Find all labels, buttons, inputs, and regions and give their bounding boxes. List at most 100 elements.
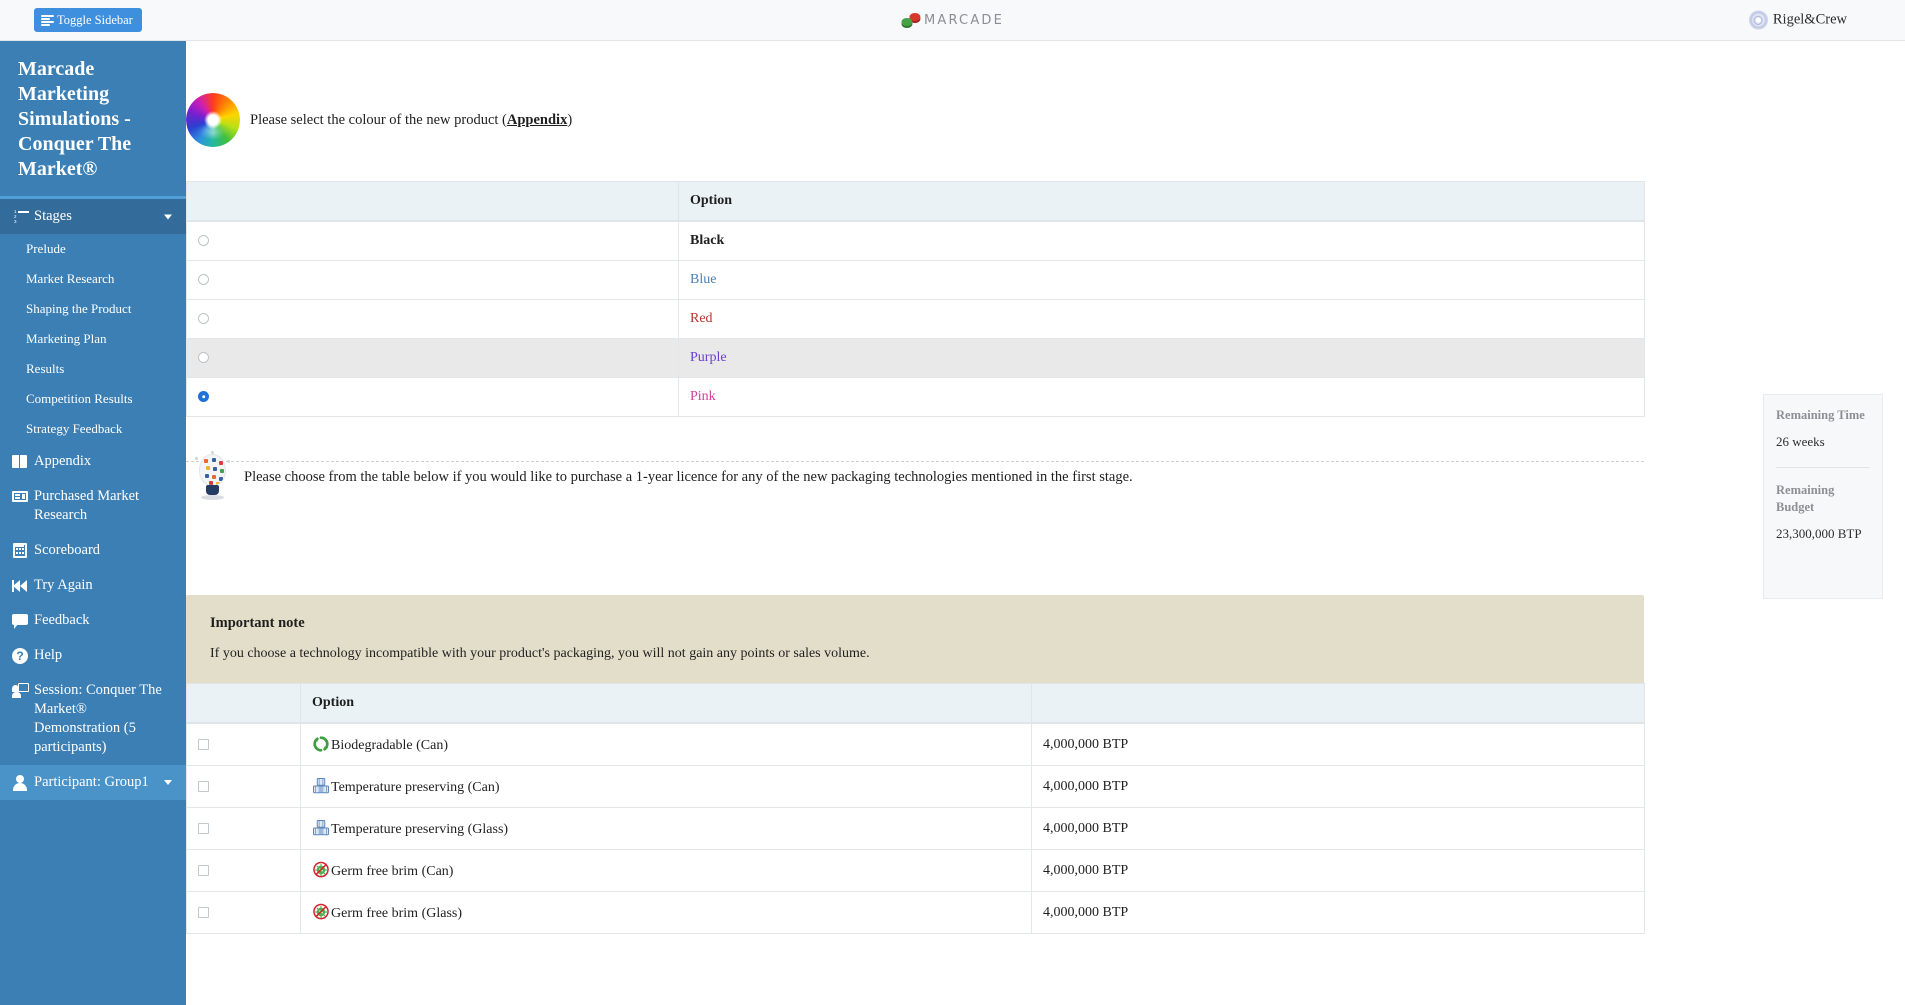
sidebar-item-strategy-feedback[interactable]: Strategy Feedback bbox=[0, 414, 186, 444]
recycle-icon bbox=[312, 735, 330, 753]
user-menu[interactable]: Rigel&Crew bbox=[1748, 10, 1847, 30]
tech-price-cell: 4,000,000 BTP bbox=[1031, 807, 1645, 850]
table-row[interactable]: Pink bbox=[186, 377, 1645, 417]
table-row[interactable]: Purple bbox=[186, 338, 1645, 378]
toggle-sidebar-button[interactable]: Toggle Sidebar bbox=[34, 8, 142, 32]
remaining-budget-value: 23,300,000 BTP bbox=[1776, 526, 1862, 541]
table-row[interactable]: Germ free brim (Glass) 4,000,000 BTP bbox=[186, 891, 1645, 934]
licence-prompt: Please choose from the table below if yo… bbox=[192, 451, 1492, 503]
sidebar-item-label: Scoreboard bbox=[34, 542, 101, 558]
user-icon bbox=[12, 774, 29, 791]
remaining-budget-label: Remaining Budget bbox=[1776, 483, 1835, 514]
tech-option-label: Temperature preserving (Glass) bbox=[331, 822, 509, 837]
sidebar-item-feedback[interactable]: Feedback bbox=[0, 603, 186, 638]
colour-radio-cell[interactable] bbox=[186, 338, 679, 378]
sidebar-item-market-research[interactable]: Market Research bbox=[0, 264, 186, 294]
sidebar-item-label: Strategy Feedback bbox=[26, 421, 123, 436]
colour-label-cell: Purple bbox=[678, 338, 1645, 378]
sidebar-item-label: Marketing Plan bbox=[26, 331, 107, 346]
tech-checkbox-cell[interactable] bbox=[186, 891, 301, 934]
appendix-link[interactable]: Appendix bbox=[507, 112, 567, 128]
colour-radio-blue[interactable] bbox=[198, 274, 209, 286]
sidebar-item-help[interactable]: ? Help bbox=[0, 638, 186, 673]
tech-table-header-option: Option bbox=[300, 683, 1032, 724]
sidebar-item-session[interactable]: Session: Conquer The Market® Demonstrati… bbox=[0, 673, 186, 765]
sidebar-section-stages-label: Stages bbox=[34, 208, 72, 224]
tech-price-cell: 4,000,000 BTP bbox=[1031, 849, 1645, 892]
crate-icon bbox=[312, 819, 330, 837]
tech-price-cell: 4,000,000 BTP bbox=[1031, 722, 1645, 766]
sidebar-item-label: Try Again bbox=[34, 577, 93, 593]
tech-checkbox-temperature-preserving-can[interactable] bbox=[198, 780, 209, 792]
sidebar-item-marketing-plan[interactable]: Marketing Plan bbox=[0, 324, 186, 354]
colour-label-cell: Red bbox=[678, 299, 1645, 339]
table-row[interactable]: Biodegradable (Can) 4,000,000 BTP bbox=[186, 722, 1645, 766]
colour-option-label: Pink bbox=[690, 389, 716, 404]
sidebar-item-competition-results[interactable]: Competition Results bbox=[0, 384, 186, 414]
tech-checkbox-cell[interactable] bbox=[186, 765, 301, 808]
top-bar: Toggle Sidebar MARCADE Rigel&Crew bbox=[0, 0, 1905, 41]
tech-checkbox-germ-free-brim-glass[interactable] bbox=[198, 906, 209, 918]
colour-wheel-icon bbox=[186, 93, 240, 147]
sidebar-section-stages[interactable]: 123 Stages bbox=[0, 196, 186, 234]
tech-checkbox-temperature-preserving-glass[interactable] bbox=[198, 822, 209, 834]
colour-radio-purple[interactable] bbox=[198, 352, 209, 364]
important-note-box: Important note If you choose a technolog… bbox=[186, 595, 1644, 688]
tech-option-label: Germ free brim (Can) bbox=[331, 864, 454, 879]
table-row[interactable]: Germ free brim (Can) 4,000,000 BTP bbox=[186, 849, 1645, 892]
remaining-time-value: 26 weeks bbox=[1776, 434, 1825, 449]
tech-checkbox-cell[interactable] bbox=[186, 722, 301, 766]
sidebar-item-label: Purchased Market Research bbox=[34, 488, 140, 523]
colour-label-cell: Blue bbox=[678, 260, 1645, 300]
tech-option-cell: Germ free brim (Glass) bbox=[300, 891, 1032, 934]
colour-radio-pink[interactable] bbox=[198, 391, 209, 403]
colour-radio-black[interactable] bbox=[198, 235, 209, 247]
colour-option-label: Purple bbox=[690, 350, 727, 365]
sidebar-item-label: Feedback bbox=[34, 612, 90, 628]
important-note-body: If you choose a technology incompatible … bbox=[210, 646, 870, 661]
colour-radio-cell[interactable] bbox=[186, 377, 679, 417]
sidebar-item-purchased-market-research[interactable]: Purchased Market Research bbox=[0, 479, 186, 533]
colour-radio-cell[interactable] bbox=[186, 299, 679, 339]
tech-table-header-price bbox=[1031, 683, 1645, 724]
tech-checkbox-cell[interactable] bbox=[186, 849, 301, 892]
remaining-time-label: Remaining Time bbox=[1776, 408, 1865, 422]
comment-icon bbox=[12, 612, 29, 629]
tech-checkbox-cell[interactable] bbox=[186, 807, 301, 850]
table-row[interactable]: Red bbox=[186, 299, 1645, 339]
colour-label-cell: Black bbox=[678, 220, 1645, 261]
table-row[interactable]: Blue bbox=[186, 260, 1645, 300]
sidebar-item-results[interactable]: Results bbox=[0, 354, 186, 384]
sidebar-item-label: Results bbox=[26, 361, 65, 376]
sidebar-item-label: Help bbox=[34, 647, 63, 663]
table-row[interactable]: Temperature preserving (Glass) 4,000,000… bbox=[186, 807, 1645, 850]
sidebar-item-scoreboard[interactable]: Scoreboard bbox=[0, 533, 186, 568]
sidebar-item-shaping-the-product[interactable]: Shaping the Product bbox=[0, 294, 186, 324]
arcade-buttons-icon bbox=[900, 12, 920, 28]
tech-checkbox-germ-free-brim-can[interactable] bbox=[198, 864, 209, 876]
sidebar-item-try-again[interactable]: Try Again bbox=[0, 568, 186, 603]
sidebar-item-label: Competition Results bbox=[26, 391, 133, 406]
tech-option-label: Germ free brim (Glass) bbox=[331, 906, 463, 921]
user-name-label: Rigel&Crew bbox=[1772, 11, 1847, 28]
colour-option-label: Red bbox=[690, 311, 713, 326]
lightbulb-icon bbox=[192, 451, 234, 503]
sidebar-item-prelude[interactable]: Prelude bbox=[0, 234, 186, 264]
brand-name: MARCADE bbox=[923, 12, 1005, 28]
card-icon bbox=[12, 488, 29, 505]
tech-checkbox-biodegradable-can[interactable] bbox=[198, 738, 209, 750]
table-header-row: Option bbox=[186, 181, 1645, 222]
colour-prompt-after: ) bbox=[567, 111, 573, 128]
tech-option-label: Temperature preserving (Can) bbox=[331, 780, 500, 795]
sidebar-item-appendix[interactable]: Appendix bbox=[0, 444, 186, 479]
colour-radio-red[interactable] bbox=[198, 313, 209, 325]
colour-radio-cell[interactable] bbox=[186, 260, 679, 300]
table-row[interactable]: Temperature preserving (Can) 4,000,000 B… bbox=[186, 765, 1645, 808]
table-row[interactable]: Black bbox=[186, 220, 1645, 261]
sidebar-item-participant[interactable]: Participant: Group1 bbox=[0, 765, 186, 800]
important-note-title: Important note bbox=[210, 615, 305, 631]
toggle-sidebar-label: Toggle Sidebar bbox=[57, 12, 133, 27]
sidebar-item-label: Shaping the Product bbox=[26, 301, 132, 316]
colour-radio-cell[interactable] bbox=[186, 220, 679, 261]
crate-icon bbox=[312, 777, 330, 795]
